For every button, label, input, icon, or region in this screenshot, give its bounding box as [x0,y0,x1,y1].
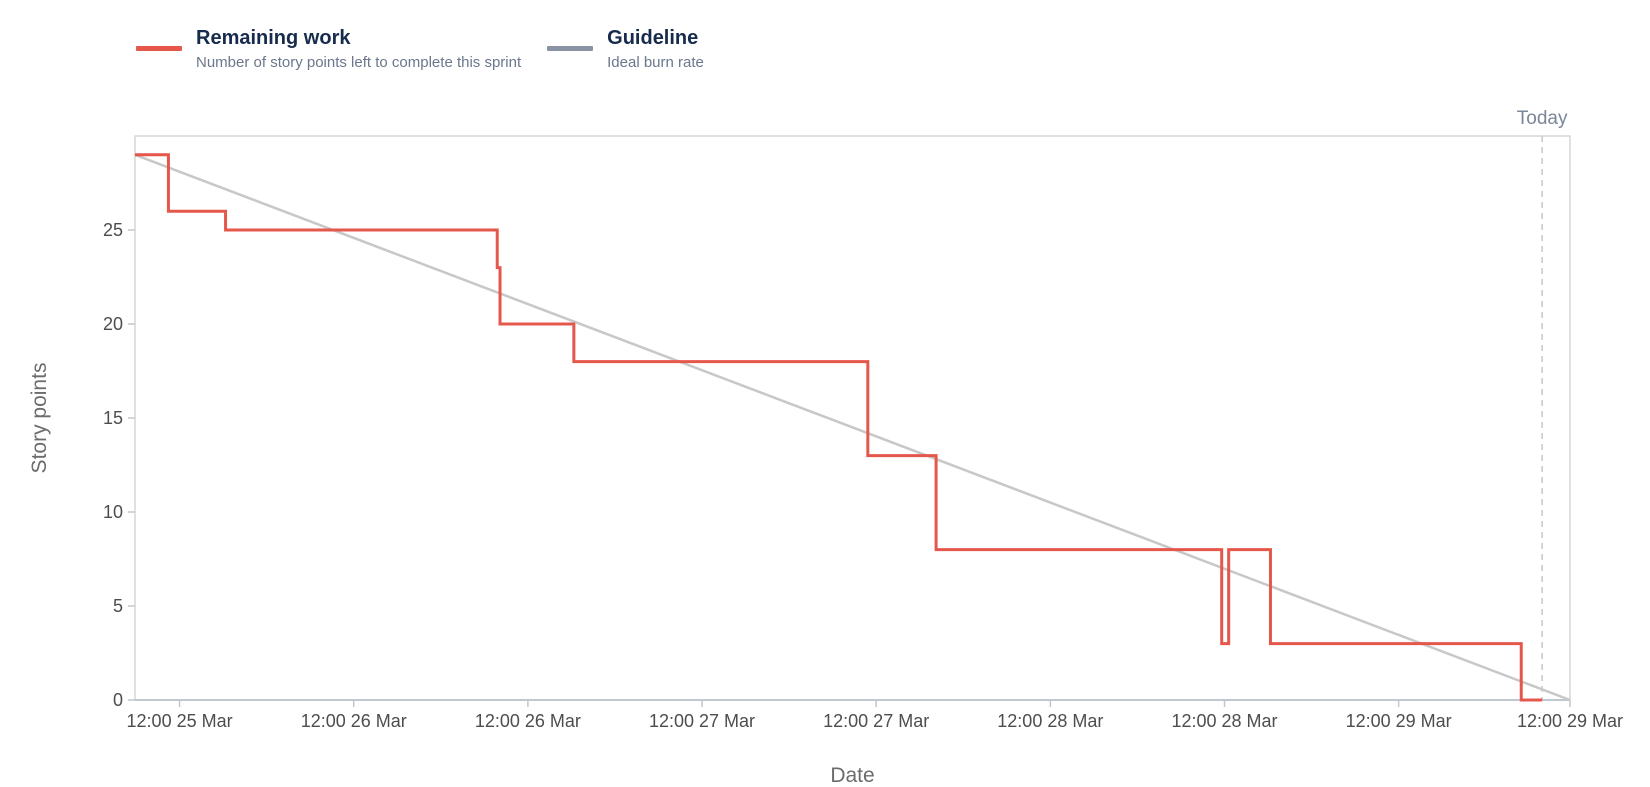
plot-frame [134,135,1571,701]
y-tick-label: 15 [103,408,123,428]
y-tick-label: 10 [103,502,123,522]
x-tick-label: 12:00 26 Mar [301,711,407,731]
x-tick-label: 12:00 29 Mar [1346,711,1452,731]
y-tick-label: 20 [103,314,123,334]
burndown-chart: 0 5 10 15 20 25 12:00 25 Mar 12:00 26 Mar 12:00 … [28,108,1623,787]
y-axis-title: Story points [28,363,51,474]
x-tick-label: 12:00 27 Mar [649,711,755,731]
x-tick-label: 12:00 26 Mar [475,711,581,731]
x-tick-label: 12:00 27 Mar [823,711,929,731]
y-tick-label: 25 [103,220,123,240]
x-tick-label: 12:00 28 Mar [997,711,1103,731]
today-label: Today [1517,108,1568,129]
x-tick-label: 12:00 28 Mar [1171,711,1277,731]
series-line-remaining-work [135,153,1543,702]
series-line-guideline [134,153,1571,702]
x-tick-label: 12:00 29 Mar [1517,711,1623,731]
x-axis-title: Date [830,764,874,787]
y-tick-label: 5 [113,596,123,616]
y-tick-label: 0 [113,690,123,710]
x-tick-label: 12:00 25 Mar [127,711,233,731]
